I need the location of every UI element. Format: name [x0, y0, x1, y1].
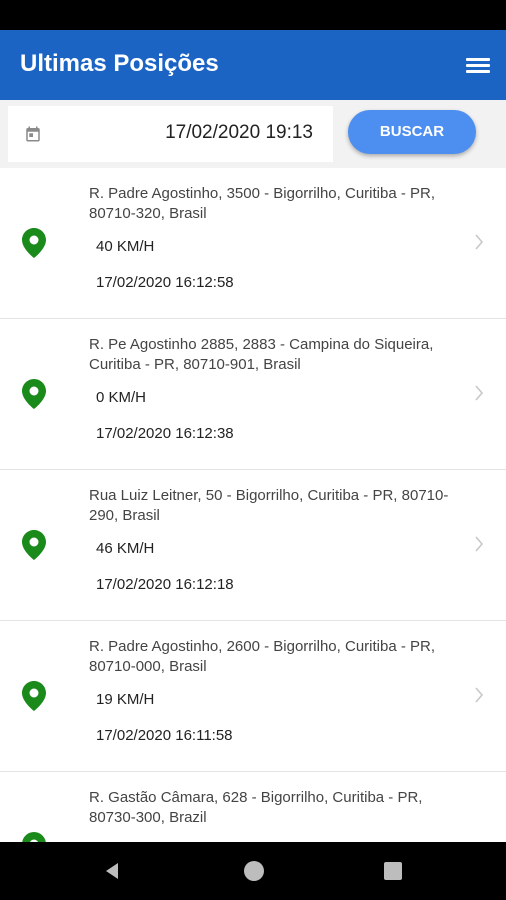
- list-item[interactable]: R. Pe Agostinho 2885, 2883 - Campina do …: [0, 319, 506, 470]
- speed-text: 46 KM/H: [96, 540, 155, 557]
- date-value: 17/02/2020 19:13: [165, 122, 313, 143]
- speed-text: 0 KM/H: [96, 389, 147, 406]
- home-icon[interactable]: [244, 861, 264, 881]
- address-text: R. Padre Agostinho, 2600 - Bigorrilho, C…: [89, 638, 436, 675]
- filter-bar: 17/02/2020 19:13 BUSCAR: [0, 100, 506, 168]
- date-field[interactable]: 17/02/2020 19:13: [8, 106, 333, 162]
- calendar-icon: [26, 126, 40, 142]
- list-item[interactable]: R. Padre Agostinho, 3500 - Bigorrilho, C…: [0, 168, 506, 319]
- datetime-text: 17/02/2020 16:12:38: [96, 425, 234, 442]
- chevron-right-icon: [475, 234, 484, 250]
- location-pin-icon: [22, 681, 46, 711]
- speed-text: 19 KM/H: [96, 691, 155, 708]
- search-button[interactable]: BUSCAR: [348, 110, 476, 154]
- address-text: R. Gastão Câmara, 628 - Bigorrilho, Curi…: [89, 789, 423, 826]
- chevron-right-icon: [475, 687, 484, 703]
- status-bar: [0, 0, 506, 30]
- location-pin-icon: [22, 832, 46, 842]
- location-pin-icon: [22, 228, 46, 258]
- datetime-text: 17/02/2020 16:11:58: [96, 727, 233, 744]
- system-nav-bar: [0, 842, 506, 900]
- page-title: Ultimas Posições: [20, 50, 219, 77]
- app-bar: Ultimas Posições: [0, 30, 506, 100]
- speed-text: 40 KM/H: [96, 238, 155, 255]
- address-text: R. Padre Agostinho, 3500 - Bigorrilho, C…: [89, 185, 436, 222]
- address-text: R. Pe Agostinho 2885, 2883 - Campina do …: [89, 336, 434, 373]
- location-pin-icon: [22, 530, 46, 560]
- list-item[interactable]: Rua Luiz Leitner, 50 - Bigorrilho, Curit…: [0, 470, 506, 621]
- positions-list: R. Padre Agostinho, 3500 - Bigorrilho, C…: [0, 168, 506, 842]
- chevron-right-icon: [475, 536, 484, 552]
- datetime-text: 17/02/2020 16:12:58: [96, 274, 234, 291]
- hamburger-menu-icon[interactable]: [466, 55, 490, 75]
- chevron-right-icon: [475, 385, 484, 401]
- recent-apps-icon[interactable]: [384, 862, 402, 880]
- address-text: Rua Luiz Leitner, 50 - Bigorrilho, Curit…: [89, 487, 449, 524]
- location-pin-icon: [22, 379, 46, 409]
- datetime-text: 17/02/2020 16:12:18: [96, 576, 234, 593]
- list-item[interactable]: R. Padre Agostinho, 2600 - Bigorrilho, C…: [0, 621, 506, 772]
- list-item[interactable]: R. Gastão Câmara, 628 - Bigorrilho, Curi…: [0, 772, 506, 842]
- back-icon[interactable]: [102, 861, 122, 881]
